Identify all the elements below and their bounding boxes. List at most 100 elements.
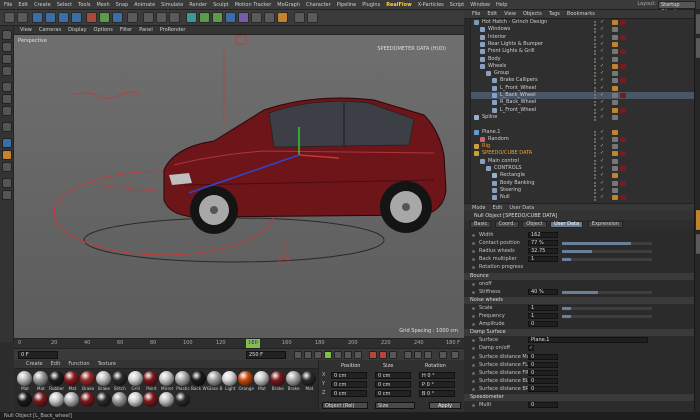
object-tag-icon[interactable]	[612, 158, 618, 164]
position-field[interactable]: 0 cm	[331, 381, 367, 388]
enable-check[interactable]: ✓	[600, 48, 604, 55]
attribute-value-field[interactable]: 0	[528, 321, 558, 328]
animate-dot-icon[interactable]	[472, 250, 475, 254]
timeline-icon[interactable]	[439, 351, 447, 359]
object-row[interactable]: Steering ✓	[464, 187, 694, 194]
object-tag-icon[interactable]	[612, 63, 618, 69]
enable-check[interactable]: ✓	[600, 34, 604, 41]
rotation-field[interactable]: H 0 °	[419, 372, 455, 379]
object-row[interactable]: R_Back_Wheel ✓	[464, 99, 694, 106]
material-swatch[interactable]: Mat	[32, 371, 49, 391]
visibility-dots[interactable]	[594, 130, 596, 133]
object-tag-icon[interactable]	[612, 129, 618, 135]
material-swatch[interactable]: Brake	[80, 371, 96, 391]
visibility-dots[interactable]	[594, 152, 596, 155]
texture-mode-icon[interactable]	[2, 54, 12, 64]
enable-check[interactable]: ✓	[600, 26, 604, 33]
undo-icon[interactable]	[4, 12, 15, 23]
object-row[interactable]: Hot Hatch - Grinch Design ✓	[464, 19, 694, 26]
workplane-mode-icon[interactable]	[2, 66, 12, 76]
animate-dot-icon[interactable]	[472, 258, 475, 262]
viewport-menu-display[interactable]: Display	[68, 27, 86, 33]
polygons-mode-icon[interactable]	[2, 106, 12, 116]
object-row[interactable]: Wheels ✓	[464, 63, 694, 70]
object-tag-icon[interactable]	[612, 114, 618, 120]
visibility-dots[interactable]	[594, 72, 596, 75]
apply-button[interactable]: Apply	[429, 402, 461, 409]
go-to-end-icon[interactable]	[354, 351, 362, 359]
attribute-slider[interactable]	[562, 315, 652, 318]
visibility-dots[interactable]	[594, 21, 596, 23]
attribute-link-field[interactable]: Plane.1	[528, 337, 648, 344]
viewport-menu-prorender[interactable]: ProRender	[160, 27, 186, 33]
visibility-dots[interactable]	[594, 101, 596, 104]
menu-render[interactable]: Render	[189, 2, 207, 8]
tab-user-data[interactable]: User Data	[550, 221, 584, 228]
tab-coord-[interactable]: Coord.	[494, 221, 519, 228]
menu-edit[interactable]: Edit	[18, 2, 28, 8]
material-swatch[interactable]	[127, 392, 144, 407]
object-tag-icon[interactable]	[612, 166, 618, 171]
content-browser-tab[interactable]	[696, 38, 700, 58]
menu-create[interactable]: Create	[34, 2, 51, 8]
menu-snap[interactable]: Snap	[116, 2, 129, 8]
visibility-dots[interactable]	[594, 167, 596, 169]
tab-expression[interactable]: Expression	[587, 221, 623, 228]
material-swatch[interactable]: Mat	[17, 371, 33, 391]
animate-dot-icon[interactable]	[472, 355, 475, 359]
rotation-field[interactable]: P 0 °	[419, 381, 455, 388]
material-swatch[interactable]: Back W	[190, 371, 207, 391]
visibility-dots[interactable]	[594, 57, 596, 60]
attribute-menu-mode[interactable]: Mode	[472, 205, 486, 211]
visibility-dots[interactable]	[594, 79, 596, 82]
object-row[interactable]: SPEEDO/CUBE DATA ✓	[464, 150, 694, 157]
start-frame-field[interactable]: 0 F	[18, 351, 58, 359]
previous-key-icon[interactable]	[304, 351, 312, 359]
material-swatch[interactable]	[32, 392, 49, 407]
menu-tools[interactable]: Tools	[78, 2, 90, 8]
pen-spline-icon[interactable]	[199, 12, 210, 23]
attribute-value-field[interactable]: 0	[528, 369, 558, 376]
3d-viewport[interactable]: Perspective SPEEDOMETER DATA (HUD) Grid …	[14, 35, 464, 338]
material-swatch[interactable]	[175, 392, 191, 407]
material-swatch[interactable]: Paint	[143, 371, 159, 391]
material-swatch[interactable]: Mat	[254, 371, 270, 391]
enable-check[interactable]: ✓	[600, 41, 604, 48]
visibility-dots[interactable]	[594, 115, 596, 118]
viewport-solo-icon[interactable]	[2, 190, 12, 200]
menu-motion-tracker[interactable]: Motion Tracker	[235, 2, 272, 8]
material-tag-icon[interactable]	[620, 20, 626, 25]
attribute-menu-edit[interactable]: Edit	[493, 205, 503, 211]
menu-select[interactable]: Select	[57, 2, 72, 8]
visibility-dots[interactable]	[594, 137, 596, 140]
enable-check[interactable]: ✓	[600, 187, 604, 194]
position-field[interactable]: 0 cm	[331, 372, 367, 379]
material-swatch[interactable]: Plastic	[175, 371, 191, 391]
viewport-menu-view[interactable]: View	[20, 27, 32, 33]
object-tag-icon[interactable]	[612, 173, 618, 179]
object-menu-view[interactable]: View	[504, 11, 516, 17]
animate-dot-icon[interactable]	[472, 266, 475, 270]
material-swatch[interactable]	[80, 392, 96, 407]
enable-check[interactable]: ✓	[600, 99, 604, 106]
material-swatch[interactable]	[17, 392, 33, 407]
menu-file[interactable]: File	[4, 2, 12, 8]
coordinate-system-icon[interactable]	[127, 12, 138, 23]
object-row[interactable]	[464, 121, 694, 128]
object-tag-icon[interactable]	[612, 107, 618, 113]
tab-basic[interactable]: Basic	[470, 221, 492, 228]
visibility-dots[interactable]	[594, 50, 596, 53]
material-tag-icon[interactable]	[620, 151, 626, 157]
object-row[interactable]: Body ✓	[464, 56, 694, 63]
attribute-slider[interactable]	[562, 290, 652, 294]
menu-mograph[interactable]: MoGraph	[277, 2, 300, 8]
material-tag-icon[interactable]	[620, 78, 626, 84]
end-frame-field[interactable]: 250 F	[246, 351, 286, 359]
object-tag-icon[interactable]	[612, 93, 618, 98]
material-swatch[interactable]: Light	[222, 371, 238, 391]
menu-icon[interactable]	[451, 351, 459, 359]
edges-mode-icon[interactable]	[2, 94, 12, 104]
visibility-dots[interactable]	[594, 181, 596, 184]
animate-dot-icon[interactable]	[472, 323, 475, 327]
material-tag-icon[interactable]	[620, 195, 626, 201]
